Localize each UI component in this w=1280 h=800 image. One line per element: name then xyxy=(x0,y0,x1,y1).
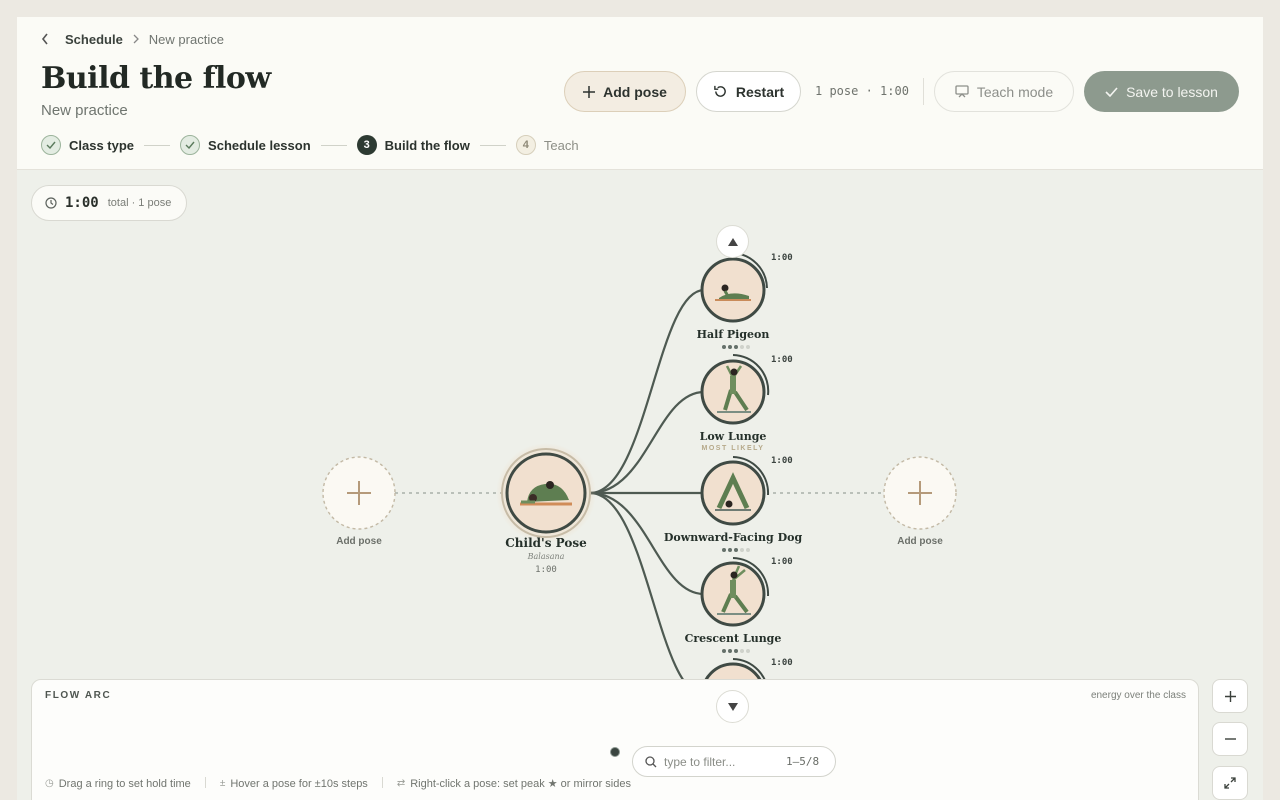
pose-filter[interactable]: 1–5/8 xyxy=(632,746,836,777)
flow-arc-panel: FLOW ARC energy over the class 1–5/8 ◷ Dr… xyxy=(31,679,1199,800)
teach-mode-label: Teach mode xyxy=(976,83,1054,100)
add-pose-right[interactable] xyxy=(883,456,957,530)
check-icon xyxy=(41,135,61,155)
clock-icon: ◷ xyxy=(45,778,54,789)
fit-view-button[interactable] xyxy=(1212,766,1248,800)
step-label: Schedule lesson xyxy=(208,137,311,153)
zoom-in-button[interactable] xyxy=(1212,679,1248,713)
suggestion-duration: 1:00 xyxy=(771,253,793,263)
tip-right-click: ⇄ Right-click a pose: set peak ★ or mirro… xyxy=(397,777,631,790)
filter-count: 1–5/8 xyxy=(786,755,820,768)
add-pose-right-label: Add pose xyxy=(897,536,943,547)
swap-icon: ⇄ xyxy=(396,778,406,789)
add-pose-label: Add pose xyxy=(603,83,667,100)
save-to-lesson-button[interactable]: Save to lesson xyxy=(1084,71,1239,112)
tip-text: Right-click a pose: set peak ★ or mirror… xyxy=(410,778,631,790)
flow-arc-hint: energy over the class xyxy=(1090,690,1186,701)
filter-input[interactable] xyxy=(664,754,784,769)
scroll-down-button[interactable] xyxy=(716,690,749,723)
suggestion-crescent-lunge[interactable] xyxy=(700,557,770,627)
current-pose-sanskrit: Balasana xyxy=(527,552,565,561)
level-dots xyxy=(722,345,750,349)
page-title: Build the flow xyxy=(41,61,271,96)
suggestion-duration: 1:00 xyxy=(771,355,793,365)
add-pose-left[interactable] xyxy=(322,456,396,530)
flow-arc-title: FLOW ARC xyxy=(45,690,112,701)
level-dots xyxy=(722,548,750,552)
suggestion-fifth[interactable] xyxy=(702,658,768,680)
suggestion-low-lunge[interactable] xyxy=(700,354,770,425)
plus-minus-icon: ± xyxy=(219,778,226,789)
triangle-down-icon xyxy=(727,702,738,711)
flow-canvas xyxy=(322,252,957,680)
add-pose-left-label: Add pose xyxy=(336,536,382,547)
arc-marker[interactable] xyxy=(610,747,620,757)
step-build-the-flow[interactable]: 3 Build the flow xyxy=(356,135,470,155)
plus-icon xyxy=(1224,690,1236,702)
tips-row: ◷ Drag a ring to set hold time ± Hover a p… xyxy=(45,777,631,790)
scroll-up-button[interactable] xyxy=(716,225,749,258)
flow-summary: 1 pose · 1:00 xyxy=(815,84,909,98)
step-connector xyxy=(479,144,506,146)
divider xyxy=(381,777,383,788)
breadcrumb-current: New practice xyxy=(148,31,224,47)
check-icon xyxy=(180,135,201,155)
stepper: Class type Schedule lesson 3 Build the f… xyxy=(41,134,579,156)
most-likely-tag: MOST LIKELY xyxy=(701,445,765,452)
suggestion-name: Half Pigeon xyxy=(696,328,770,341)
tip-text: Drag a ring to set hold time xyxy=(58,777,191,790)
breadcrumb-schedule-link[interactable]: Schedule xyxy=(65,32,123,47)
step-label: Teach xyxy=(543,137,579,153)
step-number: 3 xyxy=(356,135,377,155)
restart-label: Restart xyxy=(735,83,785,100)
minus-icon xyxy=(1224,738,1236,740)
step-schedule-lesson[interactable]: Schedule lesson xyxy=(180,135,311,155)
restart-icon xyxy=(714,85,726,97)
suggestion-duration: 1:00 xyxy=(771,456,793,466)
branch-fifth xyxy=(589,491,685,680)
app-window: Schedule New practice Build the flow New… xyxy=(17,17,1263,800)
divider xyxy=(204,777,206,788)
current-pose-duration: 1:00 xyxy=(535,565,557,575)
suggestion-half-pigeon[interactable] xyxy=(700,252,768,323)
step-connector xyxy=(144,144,171,146)
restart-button[interactable]: Restart xyxy=(696,71,801,112)
page-subtitle: New practice xyxy=(41,102,128,119)
triangle-up-icon xyxy=(727,237,738,246)
step-teach[interactable]: 4 Teach xyxy=(515,135,579,155)
zoom-out-button[interactable] xyxy=(1212,722,1248,756)
step-number: 4 xyxy=(515,135,536,155)
current-pose-name: Child's Pose xyxy=(505,536,587,550)
plus-icon xyxy=(583,85,596,98)
expand-icon xyxy=(1224,777,1236,789)
branch-half-pigeon xyxy=(589,288,705,495)
check-icon xyxy=(1105,86,1118,97)
teach-mode-button[interactable]: Teach mode xyxy=(934,71,1074,112)
step-label: Build the flow xyxy=(384,137,470,153)
tip-hold-time: ◷ Drag a ring to set hold time xyxy=(45,777,191,790)
suggestion-duration: 1:00 xyxy=(771,557,793,567)
monitor-icon xyxy=(955,85,969,98)
chevron-right-icon xyxy=(133,34,139,44)
tip-text: Hover a pose for ±10s steps xyxy=(230,777,368,790)
level-dots xyxy=(722,649,750,653)
branch-connectors xyxy=(589,288,705,680)
tip-hover: ± Hover a pose for ±10s steps xyxy=(220,777,368,790)
step-connector xyxy=(320,144,347,146)
current-pose-childs-pose[interactable] xyxy=(496,443,596,543)
add-pose-button[interactable]: Add pose xyxy=(564,71,686,112)
search-icon xyxy=(645,755,657,767)
suggestion-duration: 1:00 xyxy=(771,658,793,668)
breadcrumb: Schedule New practice xyxy=(41,31,224,47)
suggestion-downward-facing-dog[interactable] xyxy=(700,456,770,526)
suggestion-name: Low Lunge xyxy=(699,430,767,443)
step-label: Class type xyxy=(69,137,135,153)
suggestion-name: Crescent Lunge xyxy=(684,632,782,645)
header: Schedule New practice Build the flow New… xyxy=(17,17,1263,170)
save-label: Save to lesson xyxy=(1126,83,1218,100)
step-class-type[interactable]: Class type xyxy=(41,135,134,155)
divider xyxy=(923,78,924,105)
back-chevron-icon[interactable] xyxy=(41,31,55,47)
suggestion-name: Downward-Facing Dog xyxy=(663,531,803,544)
